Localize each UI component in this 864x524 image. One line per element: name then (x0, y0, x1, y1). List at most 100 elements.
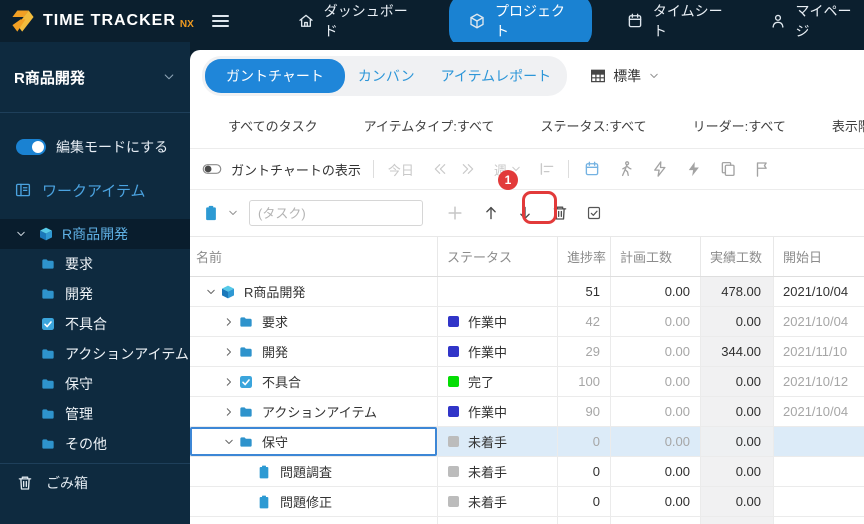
sidebar-tree-item-開発[interactable]: 開発 (0, 279, 190, 309)
status-color-square (448, 376, 459, 387)
toggle-on-icon[interactable] (16, 139, 46, 155)
cell-actual-effort: 0.00 (700, 427, 773, 456)
table-row-requirements[interactable]: 要求 作業中 42 0.00 0.00 2021/10/04 (190, 307, 864, 337)
new-task-input[interactable] (249, 200, 423, 226)
hamburger-menu-icon[interactable] (211, 15, 229, 27)
column-header-5[interactable]: 開始日 (773, 237, 864, 276)
nav-item-project[interactable]: プロジェクト (448, 0, 592, 48)
tab-gantt[interactable]: ガントチャート (205, 59, 345, 93)
chevron-down-icon (653, 119, 667, 131)
sidebar-tree-item-管理[interactable]: 管理 (0, 399, 190, 429)
edit-mode-toggle[interactable]: 編集モードにする (16, 135, 190, 159)
tab-item-report[interactable]: アイテムレポート (428, 59, 565, 93)
sidebar-item-workitems[interactable]: ワークアイテム (14, 177, 190, 203)
chevron-down-icon[interactable] (14, 228, 28, 240)
divider (567, 160, 569, 178)
tab-kanban[interactable]: カンバン (345, 59, 428, 93)
sidebar-item-trash[interactable]: ごみ箱 (0, 464, 190, 502)
flag-icon[interactable] (753, 160, 771, 178)
column-header-1[interactable]: ステータス (437, 237, 557, 276)
table-row-development[interactable]: 開発 作業中 29 0.00 344.00 2021/11/10 (190, 337, 864, 367)
move-up-icon[interactable] (482, 204, 500, 222)
table-row-action-items[interactable]: アクションアイテム 作業中 90 0.00 0.00 2021/10/04 (190, 397, 864, 427)
column-header-3[interactable]: 計画工数 (610, 237, 700, 276)
chevron-right-icon[interactable] (222, 376, 236, 388)
chevron-down-icon[interactable] (222, 436, 236, 448)
calendar-icon[interactable] (583, 160, 601, 178)
folder-icon (238, 344, 255, 360)
sidebar-tree-item-要求[interactable]: 要求 (0, 249, 190, 279)
gantt-toggle-icon[interactable] (202, 159, 222, 179)
nav-item-mypage[interactable]: マイページ (765, 0, 864, 47)
filter-display-level[interactable]: 表示階層:レベル (832, 116, 864, 135)
top-nav: ダッシュボード プロジェクト タイムシート マイページ (293, 0, 864, 48)
cell-name[interactable]: 管理 (190, 517, 437, 524)
view-selector-label: 標準 (613, 68, 642, 84)
next-period-icon[interactable] (460, 161, 476, 177)
chevron-down-icon[interactable] (204, 286, 218, 298)
cell-name[interactable]: 開発 (190, 337, 437, 366)
sidebar-project-selector[interactable]: R商品開発 (0, 42, 190, 113)
column-header-0[interactable]: 名前 (190, 237, 437, 276)
cell-progress: 42 (557, 307, 610, 336)
prev-period-icon[interactable] (432, 161, 448, 177)
column-header-2[interactable]: 進捗率 (557, 237, 610, 276)
table-row-maintenance[interactable]: 保守 未着手 0 0.00 0.00 (190, 427, 864, 457)
cell-name[interactable]: R商品開発 (190, 277, 437, 306)
move-down-icon[interactable] (516, 204, 534, 222)
chevron-down-icon[interactable] (227, 207, 239, 219)
status-label: 未着手 (468, 435, 508, 450)
cell-name[interactable]: 不具合 (190, 367, 437, 396)
table-row-issue-fix[interactable]: 問題修正 未着手 0 0.00 0.00 (190, 487, 864, 517)
cell-name[interactable]: アクションアイテム (190, 397, 437, 426)
sidebar-tree-root[interactable]: R商品開発 (0, 219, 190, 249)
sidebar-tree-item-保守[interactable]: 保守 (0, 369, 190, 399)
delete-task-icon[interactable] (551, 204, 569, 222)
status-label: 作業中 (468, 315, 508, 330)
today-button[interactable]: 今日 (388, 160, 414, 179)
sidebar-tree-item-不具合[interactable]: 不具合 (0, 309, 190, 339)
sidebar-tree-item-アクションアイテム[interactable]: アクションアイテム (0, 339, 190, 369)
cell-name[interactable]: 保守 (190, 427, 437, 456)
chevron-right-icon[interactable] (222, 346, 236, 358)
table-row-defects[interactable]: 不具合 完了 100 0.00 0.00 2021/10/12 (190, 367, 864, 397)
table-row-issue-research[interactable]: 問題調査 未着手 0 0.00 0.00 (190, 457, 864, 487)
chevron-down-icon (792, 119, 806, 131)
folder-icon (40, 376, 56, 392)
table-row-management[interactable]: 管理 作業中 50 0.00 105.50 (190, 517, 864, 524)
cell-status: 未着手 (437, 487, 557, 516)
logo-suffix: NX (179, 18, 194, 30)
cell-start-date: 2021/10/04 (773, 277, 864, 306)
column-header-4[interactable]: 実績工数 (700, 237, 773, 276)
lightning-filled-icon[interactable] (685, 160, 703, 178)
walking-person-icon[interactable] (617, 160, 635, 178)
workitem-icon (14, 181, 32, 199)
logo-title: TIME TRACKER (43, 12, 176, 29)
table-row-r-product[interactable]: R商品開発 51 0.00 478.00 2021/10/04 (190, 277, 864, 307)
add-task-icon[interactable] (445, 203, 465, 223)
complete-task-icon[interactable] (586, 205, 602, 221)
cell-name[interactable]: 要求 (190, 307, 437, 336)
view-selector[interactable]: 標準 (589, 66, 663, 86)
chevron-right-icon[interactable] (222, 406, 236, 418)
filter-status[interactable]: ステータス:すべて (540, 116, 668, 135)
task-type-icon[interactable] (202, 204, 220, 222)
period-selector[interactable]: 週 (494, 160, 522, 179)
status-color-square (448, 406, 459, 417)
cell-planned-effort: 0.00 (610, 457, 700, 486)
filter-item-type[interactable]: アイテムタイプ:すべて (364, 116, 517, 135)
filter-all-tasks[interactable]: すべてのタスク (204, 116, 340, 135)
nav-item-timesheet[interactable]: タイムシート (622, 0, 735, 47)
copy-pages-icon[interactable] (719, 160, 737, 178)
filter-leader[interactable]: リーダー:すべて (693, 116, 808, 135)
folder-icon (238, 404, 255, 420)
cell-name[interactable]: 問題修正 (190, 487, 437, 516)
nav-item-dashboard[interactable]: ダッシュボード (293, 0, 419, 47)
sidebar-tree-item-その他[interactable]: その他 (0, 429, 190, 459)
milestone-list-icon[interactable] (538, 160, 556, 178)
cell-name[interactable]: 問題調査 (190, 457, 437, 486)
chevron-right-icon[interactable] (222, 316, 236, 328)
cell-actual-effort: 0.00 (700, 397, 773, 426)
cell-start-date: 2021/10/12 (773, 367, 864, 396)
lightning-outline-icon[interactable] (651, 160, 669, 178)
